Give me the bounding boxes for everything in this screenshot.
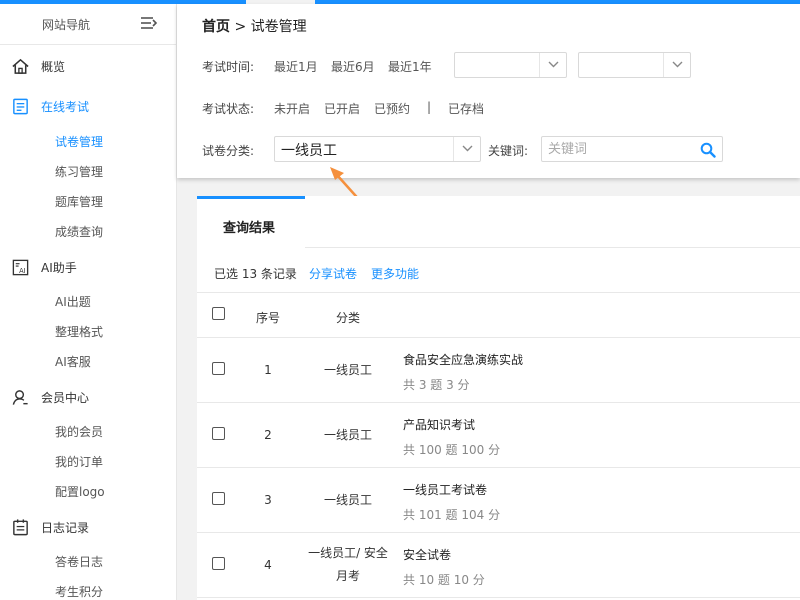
sidebar-item-practice-management[interactable]: 练习管理 (55, 163, 103, 180)
row-checkbox[interactable] (212, 427, 225, 440)
select-all-checkbox[interactable] (212, 307, 225, 320)
row-number: 2 (264, 428, 272, 442)
more-functions-link[interactable]: 更多功能 (371, 265, 419, 282)
paper-meta: 共 10 题 10 分 (403, 573, 485, 587)
sidebar-group-label: 在线考试 (41, 100, 90, 114)
divider (197, 532, 800, 533)
breadcrumb-home[interactable]: 首页 (202, 19, 230, 35)
paper-title[interactable]: 安全试卷 (403, 546, 451, 563)
sidebar-group-member-center[interactable]: 会员中心 (0, 382, 177, 412)
paper-title[interactable]: 产品知识考试 (403, 416, 475, 433)
keyword-input[interactable] (541, 136, 723, 162)
row-number: 3 (264, 493, 272, 507)
divider (197, 292, 800, 293)
exam-status-label: 考试状态: (202, 102, 255, 116)
sidebar-group-label: AI助手 (41, 261, 77, 275)
chevron-down-icon (672, 61, 683, 68)
row-checkbox[interactable] (212, 362, 225, 375)
status-separator: | (427, 100, 432, 114)
divider (197, 402, 800, 403)
column-header-category: 分类 (336, 311, 361, 325)
user-icon (12, 390, 28, 405)
sidebar-item-my-membership[interactable]: 我的会员 (55, 423, 103, 440)
sidebar-header: 网站导航 (0, 4, 177, 45)
sidebar-item-label: 概览 (41, 60, 66, 74)
breadcrumb: 首页 > 试卷管理 (202, 16, 307, 36)
caret-container (453, 137, 480, 161)
row-category: 一线员工 (323, 428, 372, 442)
sidebar-group-label: 会员中心 (41, 391, 90, 405)
exam-time-option-1y[interactable]: 最近1年 (388, 58, 432, 75)
sidebar-item-format[interactable]: 整理格式 (55, 323, 103, 340)
end-date-select[interactable] (578, 52, 691, 78)
tab-label: 查询结果 (223, 221, 276, 236)
caret-container (663, 53, 690, 77)
sidebar-title: 网站导航 (42, 18, 91, 32)
start-date-select[interactable] (454, 52, 567, 78)
exam-list-icon (13, 98, 28, 115)
caret-container (539, 53, 566, 77)
paper-meta: 共 3 题 3 分 (403, 378, 470, 392)
category-select-value: 一线员工 (281, 143, 337, 159)
sidebar-group-label: 日志记录 (41, 521, 90, 535)
sidebar-item-overview[interactable]: 概览 (0, 51, 177, 81)
exam-time-option-6m[interactable]: 最近6月 (331, 58, 375, 75)
sidebar-item-ai-generate[interactable]: AI出题 (55, 293, 91, 310)
sidebar-group-ai-assistant[interactable]: AI AI助手 (0, 252, 177, 282)
row-category: 一线员工 (323, 493, 372, 507)
breadcrumb-current: 试卷管理 (250, 19, 307, 35)
row-number: 1 (264, 363, 272, 377)
row-category-continued: 月考 (335, 569, 360, 583)
exam-time-option-1m[interactable]: 最近1月 (274, 58, 318, 75)
sidebar-item-score-query[interactable]: 成绩查询 (55, 223, 103, 240)
menu-collapse-icon[interactable] (140, 15, 158, 31)
sidebar-group-online-exam[interactable]: 在线考试 (0, 91, 177, 121)
results-panel: 查询结果 已选 13 条记录 分享试卷 更多功能 序号 分类 1 一线员工 食品… (197, 196, 800, 600)
ai-assistant-icon: AI (12, 259, 29, 276)
row-category: 一线员工 (323, 363, 372, 377)
tab-query-results[interactable]: 查询结果 (197, 196, 305, 248)
divider (197, 597, 800, 598)
chevron-down-icon (548, 61, 559, 68)
exam-status-not-started[interactable]: 未开启 (274, 100, 310, 117)
home-icon (12, 58, 29, 74)
row-number: 4 (264, 558, 272, 572)
column-header-no: 序号 (256, 311, 281, 325)
sidebar-item-question-bank[interactable]: 题库管理 (55, 193, 103, 210)
divider (305, 247, 800, 248)
sidebar: 网站导航 概览 在线考试 试卷管理 练习管理 题库管理 成绩查询 AI AI助手… (0, 4, 177, 600)
sidebar-item-answer-logs[interactable]: 答卷日志 (55, 553, 103, 570)
paper-title[interactable]: 食品安全应急演练实战 (403, 351, 523, 368)
paper-meta: 共 101 题 104 分 (403, 508, 501, 522)
paper-meta: 共 100 题 100 分 (403, 443, 501, 457)
svg-text:AI: AI (19, 267, 26, 275)
search-icon[interactable] (700, 142, 716, 158)
divider (197, 467, 800, 468)
exam-status-reserved[interactable]: 已预约 (374, 100, 410, 117)
sidebar-item-candidate-points[interactable]: 考生积分 (55, 583, 103, 600)
paper-title[interactable]: 一线员工考试卷 (403, 481, 487, 498)
sidebar-group-logs[interactable]: 日志记录 (0, 512, 177, 542)
category-select[interactable]: 一线员工 (274, 136, 481, 162)
row-checkbox[interactable] (212, 557, 225, 570)
sidebar-item-paper-management[interactable]: 试卷管理 (55, 133, 103, 150)
sidebar-item-my-orders[interactable]: 我的订单 (55, 453, 103, 470)
exam-status-started[interactable]: 已开启 (324, 100, 360, 117)
share-paper-link[interactable]: 分享试卷 (309, 265, 357, 282)
chevron-down-icon (462, 145, 473, 152)
row-checkbox[interactable] (212, 492, 225, 505)
exam-status-archived[interactable]: 已存档 (448, 100, 484, 117)
log-icon (13, 519, 28, 536)
divider (197, 337, 800, 338)
keyword-label: 关键词: (488, 144, 529, 158)
selected-count: 已选 13 条记录 (214, 267, 297, 281)
category-label: 试卷分类: (202, 144, 255, 158)
exam-time-label: 考试时间: (202, 60, 255, 74)
sidebar-item-config-logo[interactable]: 配置logo (55, 483, 105, 500)
filter-panel: 首页 > 试卷管理 考试时间: 最近1月 最近6月 最近1年 考试状态: 未开启… (177, 4, 800, 205)
breadcrumb-separator: > (234, 19, 247, 35)
sidebar-item-ai-service[interactable]: AI客服 (55, 353, 91, 370)
row-category: 一线员工/ 安全 (308, 546, 388, 560)
